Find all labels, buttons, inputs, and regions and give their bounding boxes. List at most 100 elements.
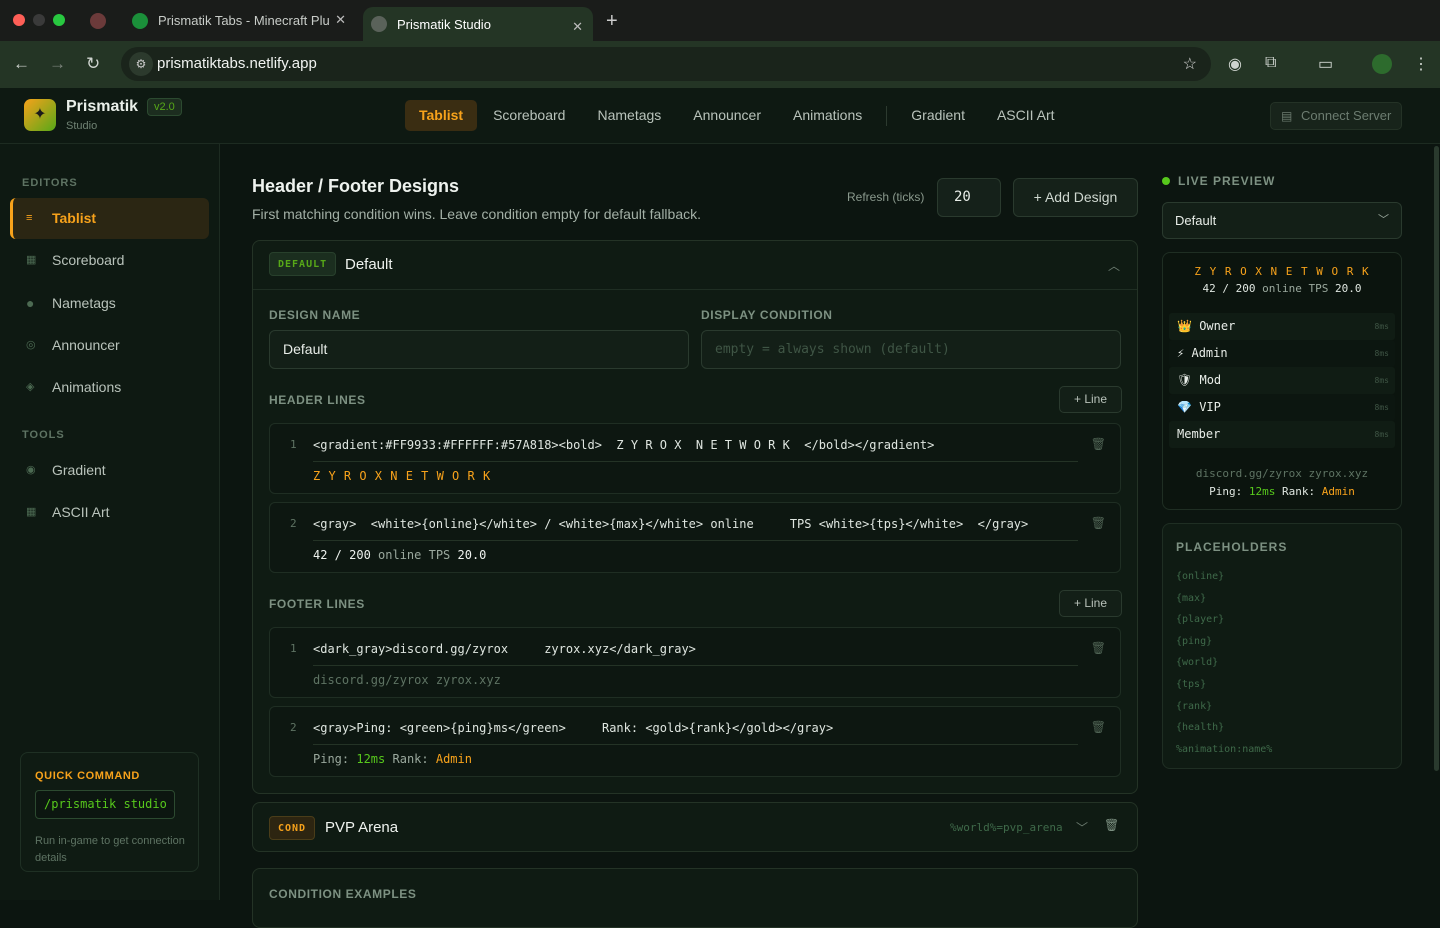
browser-tab-pinned[interactable] — [80, 0, 116, 41]
diamond-icon: ◈ — [26, 381, 35, 393]
chevron-down-icon[interactable]: ﹀ — [1076, 819, 1088, 836]
preview-design-select[interactable]: Default ﹀ — [1162, 202, 1402, 239]
sidebar-item-label: Nametags — [52, 295, 116, 311]
player-ping: 8ms — [1374, 376, 1389, 385]
close-tab-icon[interactable]: ✕ — [572, 19, 583, 35]
sidebar-item-nametags[interactable]: ● Nametags — [10, 283, 209, 324]
browser-tab-prismatik-tabs[interactable]: Prismatik Tabs - Minecraft Plu ✕ — [124, 0, 356, 41]
close-window-button[interactable] — [13, 14, 25, 26]
trash-icon[interactable]: 🗑 — [1091, 516, 1106, 530]
list-icon: ≡ — [26, 212, 33, 224]
placeholder-item[interactable]: {health} — [1176, 717, 1272, 739]
circle-icon: ● — [26, 295, 35, 311]
avatar-favicon-icon — [90, 12, 106, 29]
line-divider — [313, 540, 1078, 541]
sidebar-item-ascii-art[interactable]: ▦ ASCII Art — [10, 492, 209, 533]
add-footer-line-button[interactable]: + Line — [1059, 590, 1122, 617]
player-name: VIP — [1199, 400, 1221, 414]
sidebar-item-announcer[interactable]: ◎ Announcer — [10, 325, 209, 366]
sidebar-item-label: Announcer — [52, 337, 120, 353]
placeholder-item[interactable]: {max} — [1176, 588, 1272, 610]
line-code-input[interactable]: <gray> <white>{online}</white> / <white>… — [313, 517, 1028, 531]
sidebar-item-gradient[interactable]: ◉ Gradient — [10, 450, 209, 491]
minimize-window-button[interactable] — [33, 14, 45, 26]
shield-icon: 🛡 — [1177, 373, 1193, 387]
header-line-2: 2 <gray> <white>{online}</white> / <whit… — [269, 502, 1121, 573]
preview-gray: Ping: — [313, 752, 357, 766]
design-card-pvp-arena[interactable]: COND PVP Arena %world%=pvp_arena ﹀ 🗑 — [252, 802, 1138, 852]
nav-scoreboard[interactable]: Scoreboard — [477, 100, 581, 131]
maximize-window-button[interactable] — [53, 14, 65, 26]
nav-announcer[interactable]: Announcer — [677, 100, 777, 131]
close-tab-icon[interactable]: ✕ — [335, 12, 346, 28]
address-bar[interactable]: ⚙ prismatiktabs.netlify.app ☆ — [121, 47, 1211, 81]
reload-icon[interactable]: ↻ — [86, 54, 100, 74]
page-title: Header / Footer Designs — [252, 176, 460, 196]
line-number: 2 — [290, 721, 297, 734]
tab-search-icon[interactable]: ▭ — [1318, 54, 1333, 74]
preview-green: 12ms — [356, 752, 386, 766]
quick-command-desc: Run in-game to get connection details — [35, 835, 185, 864]
prismatik-logo-icon: ✦ — [24, 99, 56, 131]
sidebar-item-scoreboard[interactable]: ▦ Scoreboard — [10, 240, 209, 281]
extensions-puzzle-icon[interactable]: ⧉ — [1265, 54, 1276, 72]
extension-globe-icon[interactable]: ◉ — [1228, 54, 1242, 74]
site-settings-icon[interactable]: ⚙ — [129, 52, 153, 76]
brand-subtitle: Studio — [66, 120, 98, 132]
placeholder-item[interactable]: {ping} — [1176, 631, 1272, 653]
sidebar-item-animations[interactable]: ◈ Animations — [10, 367, 209, 408]
condition-examples-label: CONDITION EXAMPLES — [269, 887, 417, 901]
target-icon: ◉ — [26, 464, 36, 476]
browser-tab-title: Prismatik Studio — [397, 16, 491, 32]
line-divider — [313, 461, 1078, 462]
nav-nametags[interactable]: Nametags — [581, 100, 677, 131]
line-code-input[interactable]: <dark_gray>discord.gg/zyrox zyrox.xyz</d… — [313, 642, 696, 656]
trash-icon[interactable]: 🗑 — [1104, 818, 1119, 832]
page-scrollbar[interactable] — [1434, 146, 1439, 771]
design-name-input[interactable]: Default — [269, 330, 689, 369]
menu-kebab-icon[interactable]: ⋮ — [1413, 54, 1429, 74]
refresh-ticks-input[interactable]: 20 — [937, 178, 1001, 217]
nav-gradient[interactable]: Gradient — [895, 100, 981, 131]
profile-avatar-icon[interactable] — [1372, 54, 1392, 74]
line-divider — [313, 665, 1078, 666]
live-preview-title: LIVE PREVIEW — [1178, 174, 1276, 188]
display-condition-input[interactable]: empty = always shown (default) — [701, 330, 1121, 369]
player-name: Owner — [1199, 319, 1236, 333]
browser-tab-prismatik-studio[interactable]: Prismatik Studio ✕ — [363, 7, 593, 41]
new-tab-icon[interactable]: + — [606, 10, 618, 33]
placeholder-item[interactable]: {online} — [1176, 566, 1272, 588]
player-row: 💎 VIP 8ms — [1169, 394, 1395, 421]
forward-arrow-icon[interactable]: → — [49, 54, 66, 74]
placeholder-item[interactable]: {tps} — [1176, 674, 1272, 696]
add-header-line-button[interactable]: + Line — [1059, 386, 1122, 413]
chevron-up-icon[interactable]: ︿ — [1108, 257, 1120, 274]
preview-gray: Rank: — [1275, 485, 1322, 498]
default-badge: DEFAULT — [269, 252, 337, 276]
nav-tablist[interactable]: Tablist — [405, 100, 478, 131]
quick-command-code[interactable]: /prismatik studio — [35, 790, 175, 819]
sidebar-item-tablist[interactable]: ≡ Tablist — [10, 198, 209, 239]
preview-gray: Rank: — [385, 752, 436, 766]
add-line-label: Line — [1084, 596, 1108, 610]
nav-divider — [886, 105, 888, 126]
select-value: Default — [1175, 213, 1217, 228]
placeholder-item[interactable]: {world} — [1176, 652, 1272, 674]
sidebar: EDITORS ≡ Tablist ▦ Scoreboard ● Nametags ◎… — [0, 144, 220, 900]
placeholder-item[interactable]: %animation:name% — [1176, 739, 1272, 761]
line-number: 2 — [290, 517, 297, 530]
grid-icon: ▦ — [26, 506, 37, 518]
bookmark-star-icon[interactable]: ☆ — [1183, 54, 1197, 74]
nav-animations[interactable]: Animations — [777, 100, 878, 131]
placeholder-item[interactable]: {player} — [1176, 609, 1272, 631]
trash-icon[interactable]: 🗑 — [1091, 437, 1106, 451]
line-code-input[interactable]: <gray>Ping: <green>{ping}ms</green> Rank… — [313, 721, 833, 735]
placeholder-item[interactable]: {rank} — [1176, 696, 1272, 718]
trash-icon[interactable]: 🗑 — [1091, 641, 1106, 655]
connect-server-button[interactable]: ▤ Connect Server — [1270, 102, 1402, 130]
add-design-button[interactable]: + Add Design — [1013, 178, 1138, 217]
line-code-input[interactable]: <gradient:#FF9933:#FFFFFF:#57A818><bold>… — [313, 438, 934, 452]
trash-icon[interactable]: 🗑 — [1091, 720, 1106, 734]
nav-ascii-art[interactable]: ASCII Art — [981, 100, 1071, 131]
back-arrow-icon[interactable]: ← — [13, 54, 30, 74]
